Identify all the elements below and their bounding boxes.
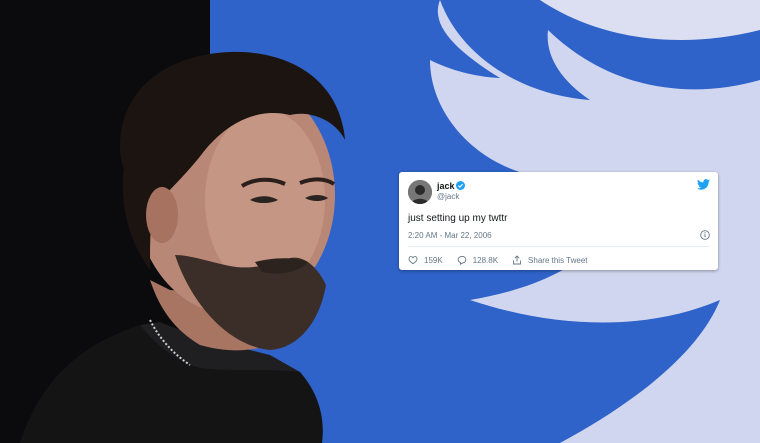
tweet-actions: 159K 128.8K Share this Tweet xyxy=(408,254,602,266)
reply-icon xyxy=(457,255,466,265)
verified-badge-icon xyxy=(456,181,465,190)
tweet-timestamp[interactable]: 2:20 AM - Mar 22, 2006 xyxy=(408,231,492,240)
divider xyxy=(408,246,709,247)
share-label: Share this Tweet xyxy=(528,255,588,265)
share-button[interactable]: Share this Tweet xyxy=(512,255,588,265)
author-name[interactable]: jack xyxy=(437,181,455,191)
like-count: 159K xyxy=(424,255,443,265)
heart-icon xyxy=(408,256,418,265)
author-handle[interactable]: @jack xyxy=(437,192,459,201)
photo-composite: jack @jack just setting up my twttr 2:20… xyxy=(0,0,760,443)
person-photo xyxy=(20,51,345,443)
avatar-image xyxy=(408,180,432,204)
avatar xyxy=(408,180,432,204)
tweet-card: jack @jack just setting up my twttr 2:20… xyxy=(399,172,718,270)
info-icon[interactable] xyxy=(700,230,710,240)
share-icon xyxy=(513,255,521,265)
twitter-bird-icon[interactable] xyxy=(697,179,710,190)
retweet-count: 128.8K xyxy=(472,255,499,265)
like-button[interactable]: 159K xyxy=(408,255,443,265)
reply-button[interactable]: 128.8K xyxy=(457,255,498,265)
tweet-text: just setting up my twttr xyxy=(408,213,508,224)
